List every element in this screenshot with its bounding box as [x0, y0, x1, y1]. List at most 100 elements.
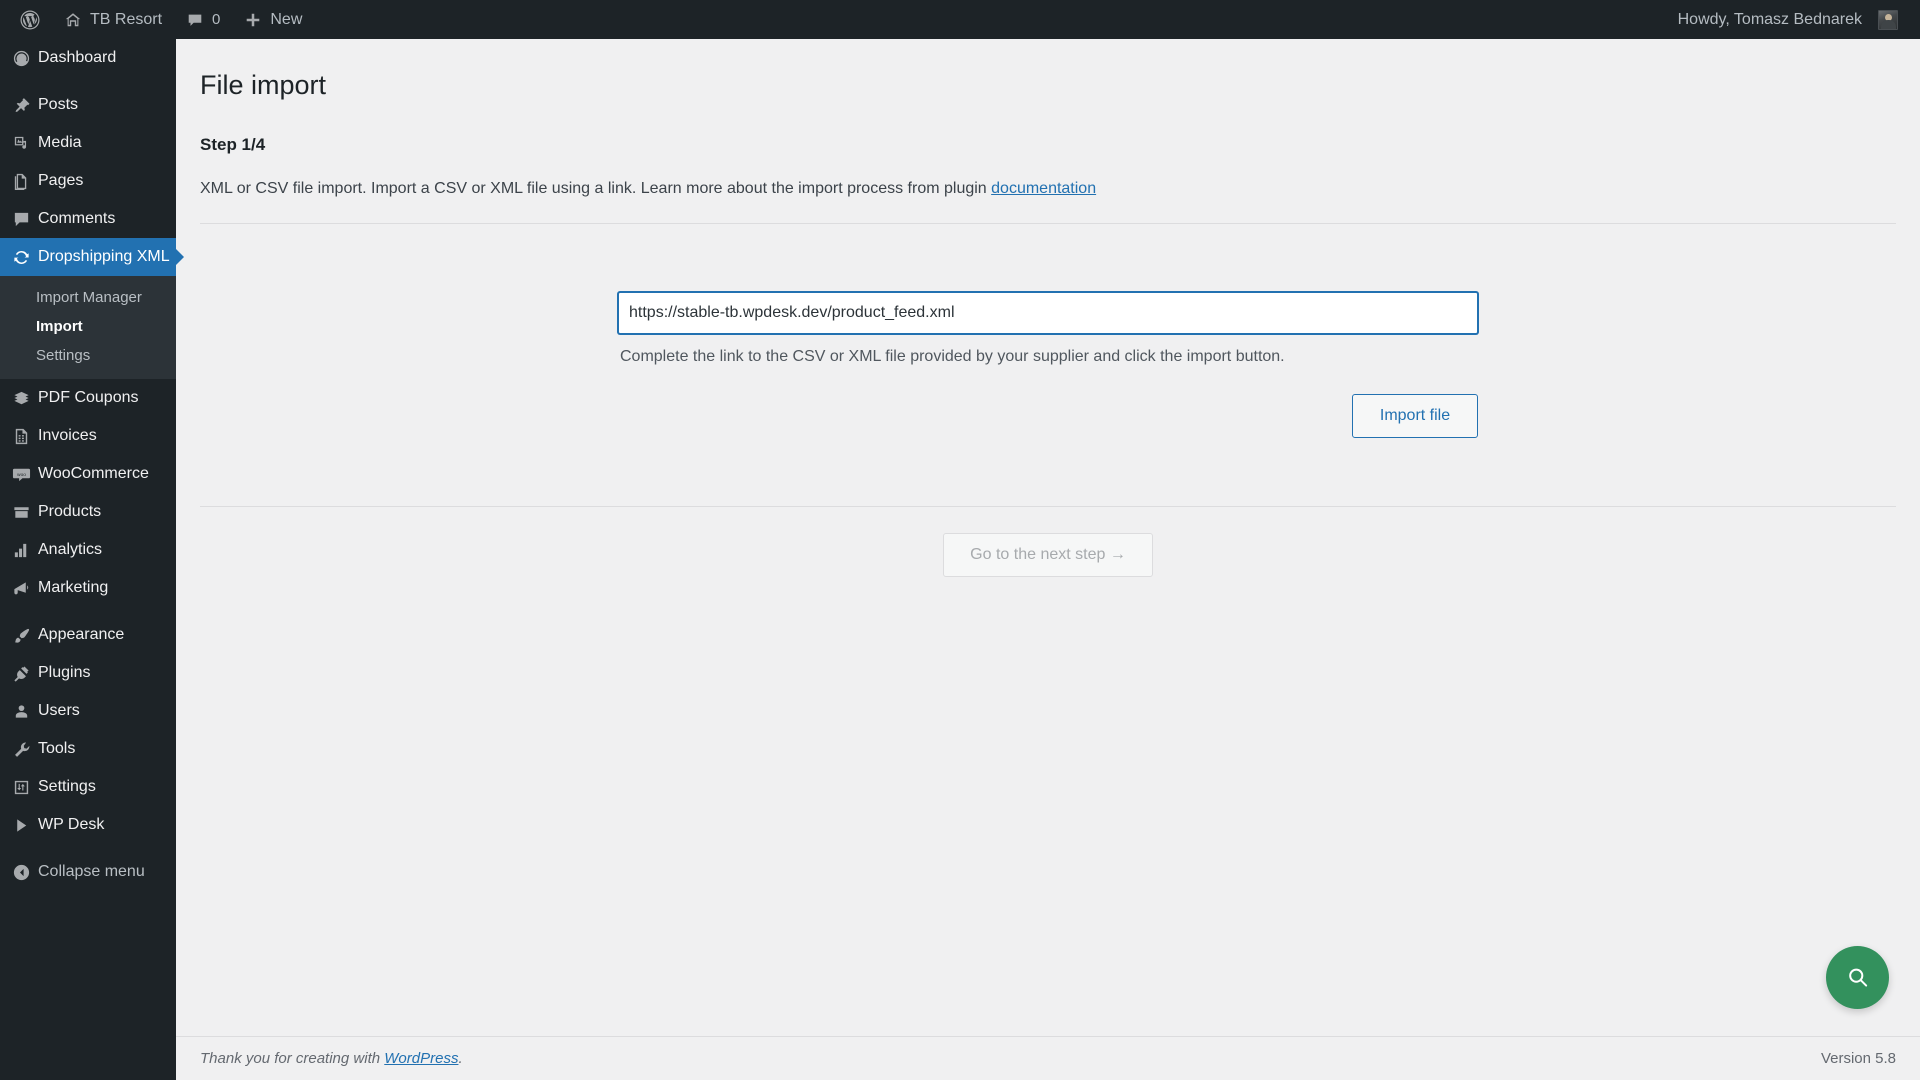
sidebar-item-plugins[interactable]: Plugins: [0, 654, 176, 692]
footer-thanks: Thank you for creating with WordPress.: [200, 1050, 463, 1067]
collapse-menu-label: Collapse menu: [38, 863, 145, 880]
sidebar-item-appearance[interactable]: Appearance: [0, 616, 176, 654]
sidebar-item-settings[interactable]: Settings: [0, 768, 176, 806]
sidebar-item-label: Plugins: [38, 664, 91, 681]
wordpress-link[interactable]: WordPress: [384, 1050, 458, 1067]
submenu-item-settings[interactable]: Settings: [0, 341, 176, 370]
sidebar-item-comments[interactable]: Comments: [0, 200, 176, 238]
import-button-row: Import file: [618, 394, 1478, 439]
sidebar-item-label: WP Desk: [38, 816, 105, 833]
divider-bottom: [200, 506, 1896, 508]
svg-text:woo: woo: [17, 472, 26, 477]
collapse-arrow-icon: [12, 863, 38, 882]
sidebar-item-label: Comments: [38, 210, 116, 227]
dropshipping-submenu: Import Manager Import Settings: [0, 276, 176, 379]
sidebar-item-dropshipping-xml[interactable]: Dropshipping XML: [0, 238, 184, 276]
sidebar-item-label: Dashboard: [38, 49, 117, 66]
pin-icon: [12, 96, 38, 115]
sidebar-menu: Dashboard Posts Media Pages Comments Dro…: [0, 39, 184, 891]
coupons-icon: [12, 389, 38, 408]
play-icon: [12, 816, 38, 835]
sidebar-item-label: Invoices: [38, 427, 97, 444]
sidebar-item-products[interactable]: Products: [0, 493, 176, 531]
dashboard-icon: [12, 49, 38, 68]
howdy-label: Howdy, Tomasz Bednarek: [1677, 10, 1862, 28]
megaphone-icon: [12, 579, 38, 598]
page-title: File import: [200, 70, 327, 100]
sidebar-item-label: Products: [38, 503, 102, 520]
sidebar-item-label: Posts: [38, 96, 79, 113]
sidebar-item-dashboard[interactable]: Dashboard: [0, 39, 176, 77]
my-account-menu[interactable]: Howdy, Tomasz Bednarek: [1666, 0, 1910, 39]
import-file-button[interactable]: Import file: [1352, 394, 1478, 439]
menu-separator: [0, 607, 176, 616]
plug-icon: [12, 664, 38, 683]
url-field-block: Complete the link to the CSV or XML file…: [618, 292, 1478, 366]
search-icon: [1844, 964, 1872, 992]
sidebar-item-label: Analytics: [38, 541, 103, 558]
sync-icon: [12, 248, 38, 267]
sidebar-item-label: Marketing: [38, 579, 109, 596]
sidebar-item-media[interactable]: Media: [0, 124, 176, 162]
go-to-next-step-button[interactable]: Go to the next step →: [943, 533, 1153, 578]
sidebar-item-users[interactable]: Users: [0, 692, 176, 730]
sidebar-item-label: PDF Coupons: [38, 389, 139, 406]
sidebar-item-label: WooCommerce: [38, 465, 149, 482]
invoice-icon: [12, 427, 38, 446]
sidebar-item-label: Media: [38, 134, 82, 151]
sidebar-item-posts[interactable]: Posts: [0, 86, 176, 124]
file-url-input[interactable]: [618, 292, 1478, 335]
admin-bar-right: Howdy, Tomasz Bednarek: [1666, 0, 1920, 39]
admin-footer: Thank you for creating with WordPress. V…: [176, 1036, 1920, 1080]
analytics-icon: [12, 541, 38, 560]
sidebar-item-label: Settings: [38, 778, 96, 795]
wrench-icon: [12, 740, 38, 759]
sidebar-item-wp-desk[interactable]: WP Desk: [0, 806, 176, 844]
submenu-item-import-manager[interactable]: Import Manager: [0, 283, 176, 312]
new-label: New: [270, 10, 303, 28]
plus-icon: [244, 11, 262, 29]
sidebar-item-pdf-coupons[interactable]: PDF Coupons: [0, 379, 176, 417]
floating-search-button[interactable]: [1826, 946, 1889, 1009]
main-content: File import Step 1/4 XML or CSV file imp…: [176, 39, 1920, 1080]
footer-thanks-suffix: .: [458, 1050, 463, 1067]
field-help-text: Complete the link to the CSV or XML file…: [620, 348, 1285, 366]
site-name-link[interactable]: TB Resort: [52, 0, 174, 39]
menu-separator: [0, 77, 176, 86]
sidebar-item-tools[interactable]: Tools: [0, 730, 176, 768]
sidebar-item-woocommerce[interactable]: woo WooCommerce: [0, 455, 176, 493]
wordpress-version: Version 5.8: [1820, 1050, 1896, 1067]
wordpress-logo-icon: [20, 10, 40, 30]
comments-link[interactable]: 0: [174, 0, 232, 39]
sidebar-item-label: Tools: [38, 740, 76, 757]
collapse-menu-button[interactable]: Collapse menu: [0, 853, 176, 891]
wordpress-logo-button[interactable]: [8, 0, 52, 39]
new-content-button[interactable]: New: [232, 0, 314, 39]
pages-icon: [12, 172, 38, 191]
menu-separator: [0, 844, 176, 853]
page-description: XML or CSV file import. Import a CSV or …: [200, 177, 1896, 201]
brush-icon: [12, 626, 38, 645]
sidebar-item-analytics[interactable]: Analytics: [0, 531, 176, 569]
woo-icon: woo: [12, 465, 38, 484]
step-title: Step 1/4: [200, 135, 266, 155]
comments-count: 0: [212, 11, 221, 28]
comment-icon: [12, 210, 38, 229]
content-wrap: File import Step 1/4 XML or CSV file imp…: [176, 39, 1920, 578]
sidebar-item-invoices[interactable]: Invoices: [0, 417, 176, 455]
next-step-row: Go to the next step →: [200, 533, 1896, 578]
submenu-item-import[interactable]: Import: [0, 312, 176, 341]
admin-sidebar: Dashboard Posts Media Pages Comments Dro…: [0, 39, 184, 1080]
documentation-link[interactable]: documentation: [991, 180, 1096, 197]
sidebar-item-label: Pages: [38, 172, 84, 189]
sidebar-item-label: Users: [38, 702, 80, 719]
user-icon: [12, 702, 38, 721]
avatar: [1878, 9, 1898, 30]
footer-thanks-text: Thank you for creating with: [200, 1050, 385, 1067]
home-icon: [64, 11, 82, 29]
sidebar-item-marketing[interactable]: Marketing: [0, 569, 176, 607]
sidebar-item-pages[interactable]: Pages: [0, 162, 176, 200]
media-icon: [12, 134, 38, 153]
site-name-label: TB Resort: [90, 10, 163, 28]
sliders-icon: [12, 778, 38, 797]
